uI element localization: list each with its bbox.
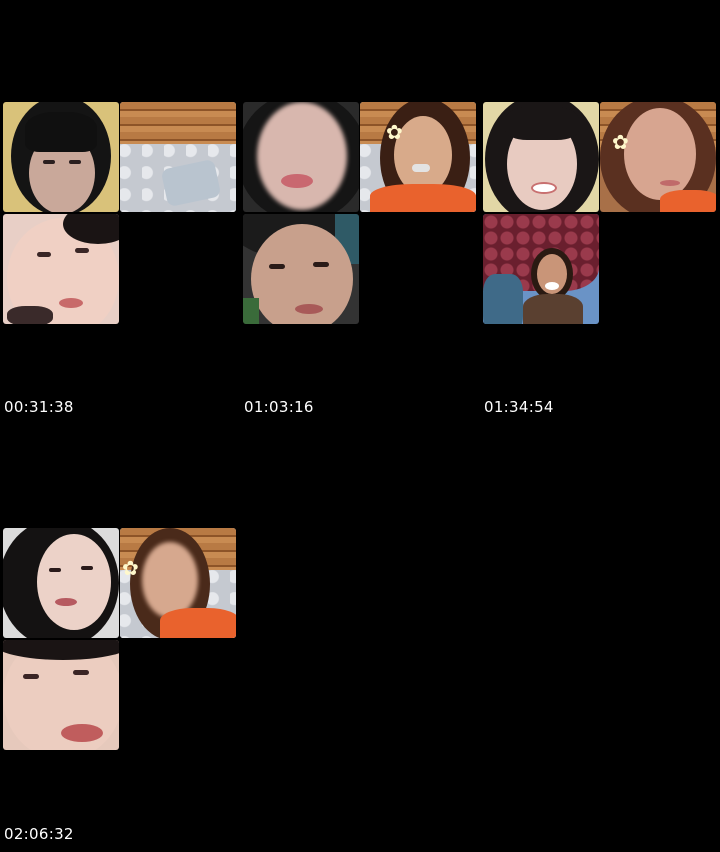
video-tile-2: ✿ xyxy=(120,528,236,638)
frame-4: ✿ 02:06:32 xyxy=(0,528,240,848)
video-tile-1 xyxy=(243,102,359,212)
video-tile-3 xyxy=(483,214,599,324)
timestamp: 01:03:16 xyxy=(244,398,314,416)
video-tile-2: ✿ xyxy=(600,102,716,212)
video-tile-3 xyxy=(3,640,119,750)
frame-2: ✿ 01:03:16 xyxy=(240,102,480,422)
timestamp: 00:31:38 xyxy=(4,398,74,416)
video-tile-2: ✿ xyxy=(360,102,476,212)
flower-icon: ✿ xyxy=(612,130,629,154)
video-tile-3 xyxy=(3,214,119,324)
frame-1: 00:31:38 xyxy=(0,102,240,422)
timestamp: 02:06:32 xyxy=(4,825,74,843)
flower-icon: ✿ xyxy=(386,120,403,144)
video-tile-1 xyxy=(3,102,119,212)
timestamp: 01:34:54 xyxy=(484,398,554,416)
flower-icon: ✿ xyxy=(122,556,139,580)
video-tile-3 xyxy=(243,214,359,324)
video-tile-1 xyxy=(3,528,119,638)
frame-3: ✿ 01:34:54 xyxy=(480,102,720,422)
video-tile-2 xyxy=(120,102,236,212)
video-tile-1 xyxy=(483,102,599,212)
